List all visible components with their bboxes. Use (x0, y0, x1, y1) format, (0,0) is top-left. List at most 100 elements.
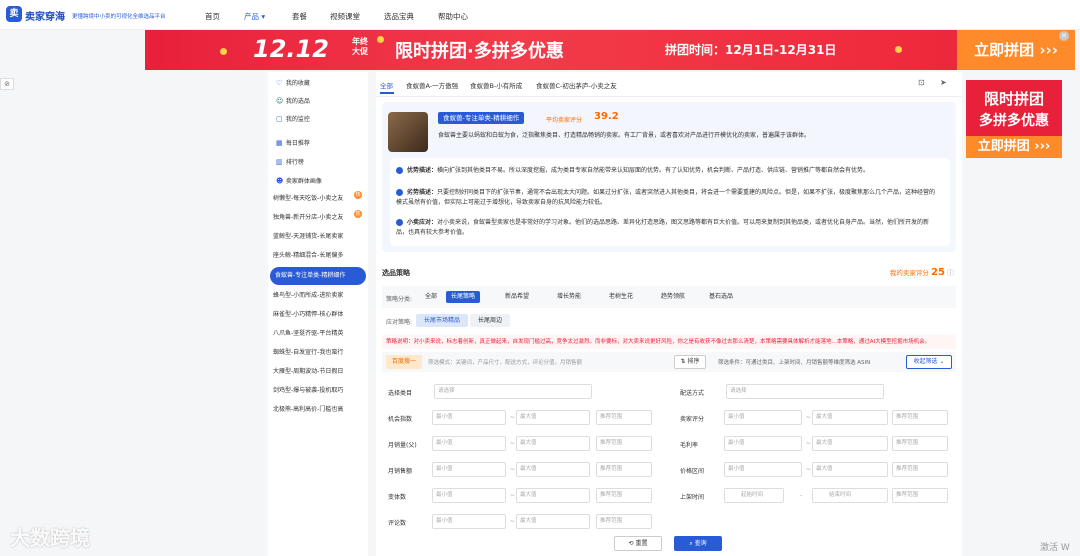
tab-type-a[interactable]: 食蚁兽A-一方傲强 (406, 80, 458, 90)
disadvantage-text: 只要控制好同类目下的扩张节奏，通常不会出现太大问题。如果过分扩张，或者突然进入其… (396, 189, 936, 206)
range-dash: ~ (510, 440, 516, 447)
nav-home[interactable]: 首页 (205, 11, 220, 22)
send-icon[interactable]: ➤ (940, 78, 947, 87)
opportunity-min[interactable]: 最小值 (432, 410, 506, 425)
variants-min[interactable]: 最小值 (432, 488, 506, 503)
price-range[interactable]: 推荐范围 (892, 462, 948, 477)
tab-type-b[interactable]: 食蚁兽B-小有所成 (470, 80, 522, 90)
nav-guide[interactable]: 选品宝典 (384, 11, 414, 22)
opportunity-max[interactable]: 最大值 (516, 410, 590, 425)
monthly-sales-range[interactable]: 推荐范围 (596, 436, 652, 451)
filter-hint: 筛选条件：可通过类目、上架时间、月销售额等维度筛选 ASIN (718, 360, 871, 366)
sidebar-item-persona-type[interactable]: 麻雀型-小巧精悍-核心群体 (268, 306, 368, 324)
nav-help[interactable]: 帮助中心 (438, 11, 468, 22)
close-icon[interactable]: ✕ (1059, 31, 1069, 41)
sidebar-label: 蜘蛛型-自发宣行-我也蛮行 (273, 349, 344, 356)
date-range[interactable]: 推荐范围 (892, 488, 948, 503)
seller-score-min[interactable]: 最小值 (724, 410, 802, 425)
gross-margin-range[interactable]: 推荐范围 (892, 436, 948, 451)
ad-join-button[interactable]: 立即拼团 ››› (966, 136, 1062, 158)
cat-all[interactable]: 全部 (420, 291, 442, 303)
monthly-sales-max[interactable]: 最大值 (516, 436, 590, 451)
ad-subtitle: 多拼多优惠 (979, 113, 1049, 129)
monthly-sales-min[interactable]: 最小值 (432, 436, 506, 451)
banner-join-button[interactable]: 立即拼团 ››› (957, 30, 1075, 70)
keyword-input[interactable]: 筛选模式：关键词，产品尺寸，配送方式，评论分值，月销售额 (428, 358, 582, 366)
opportunity-range[interactable]: 推荐范围 (596, 410, 652, 425)
gross-margin-max[interactable]: 最大值 (812, 436, 888, 451)
logo-icon[interactable]: 卖 (6, 6, 22, 22)
advantage-title: 优势描述： (407, 167, 438, 174)
cat-new-hope[interactable]: 新品希望 (500, 291, 534, 303)
nav-video[interactable]: 视频课堂 (330, 11, 360, 22)
sidebar-item-persona-type[interactable]: 北极熊-高利高价-门槛也高 (268, 401, 368, 419)
keyword-mode-tag[interactable]: 百度搜一 (386, 355, 422, 369)
shipping-select[interactable]: 请选择 (726, 384, 884, 399)
sidebar-item-ranking[interactable]: ▥ 排行榜 (268, 153, 368, 171)
sidebar-item-persona-type[interactable]: 独角兽-新开分店-小卖之友 热 (268, 209, 368, 227)
nav-products[interactable]: 产品 ▾ (244, 11, 265, 22)
gross-margin-min[interactable]: 最小值 (724, 436, 802, 451)
users-icon: ☻ (276, 177, 284, 185)
promo-banner[interactable]: 12.12 年终大促 限时拼团·多拼多优惠 拼团时间：12月1日-12月31日 … (145, 30, 1075, 70)
seller-score-range[interactable]: 推荐范围 (892, 410, 948, 425)
strategy-category-row: 策略分类: 全部 长尾策略 新品希望 增长势能 老树生花 趋势领航 基石选品 (382, 286, 956, 308)
sub-longtail-peripheral[interactable]: 长尾周边 (470, 314, 511, 327)
sidebar-item-persona-type[interactable]: 蜂鸟型-小而所成-进阶卖家 (268, 287, 368, 305)
tab-all[interactable]: 全部 (380, 80, 393, 90)
sidebar-item-persona-type[interactable]: 蜘蛛型-自发宣行-我也蛮行 (268, 344, 368, 362)
sort-button[interactable]: ⇅ 排序 (674, 355, 706, 369)
sidebar-item-persona[interactable]: ☻ 卖家群体画像 (268, 172, 368, 190)
range-dash: - (800, 492, 803, 499)
sidebar-item-persona-type[interactable]: 剑鸡型-爆与被袭-投机取巧 (268, 382, 368, 400)
category-select[interactable]: 请选择 (434, 384, 592, 399)
sub-strategy-label: 应对策略: (386, 319, 413, 326)
sidebar-item-monitor[interactable]: ▢ 我的监控 (268, 110, 368, 128)
sidebar-item-daily[interactable]: ▦ 每日推荐 (268, 134, 368, 152)
disadvantage-block: 劣势描述：只要控制好同类目下的扩张节奏，通常不会出现太大问题。如果过分扩张，或者… (396, 188, 936, 208)
date-start[interactable]: 起始时间 (724, 488, 784, 503)
reviews-range[interactable]: 推荐范围 (596, 514, 652, 529)
cat-growth[interactable]: 增长势能 (552, 291, 586, 303)
sidebar-item-favorites[interactable]: ♡ 我的收藏 (268, 74, 368, 92)
search-button[interactable]: ⌕ 查询 (674, 536, 722, 551)
monthly-revenue-min[interactable]: 最小值 (432, 462, 506, 477)
nav-plans[interactable]: 套餐 (292, 11, 307, 22)
sidebar-item-persona-type[interactable]: 座头鲸-精细混合-长尾偏多 (268, 247, 368, 265)
monthly-revenue-max[interactable]: 最大值 (516, 462, 590, 477)
reset-button[interactable]: ⟲ 重置 (614, 536, 662, 551)
sub-longtail-market[interactable]: 长尾市场精品 (416, 314, 469, 327)
seller-score-max[interactable]: 最大值 (812, 410, 888, 425)
monthly-revenue-range[interactable]: 推荐范围 (596, 462, 652, 477)
price-max[interactable]: 最大值 (812, 462, 888, 477)
sidebar-item-persona-type[interactable]: 蓝鲸型-天涯铺货-长尾卖家 (268, 228, 368, 246)
brand-name[interactable]: 卖家穿海 (25, 8, 65, 23)
collapse-filter-button[interactable]: 收起筛选 ⌄ (906, 355, 952, 369)
sidebar-item-persona-type-active[interactable]: 食蚁兽-专注单类-精耕细作 (270, 267, 366, 285)
reviews-min[interactable]: 最小值 (432, 514, 506, 529)
sidebar-label: 蓝鲸型-天涯铺货-长尾卖家 (273, 233, 344, 240)
side-toggle-icon[interactable]: ⊘ (0, 78, 14, 90)
variants-max[interactable]: 最大值 (516, 488, 590, 503)
sidebar-item-persona-type[interactable]: 树懒型-每天吃饭-小卖之友 热 (268, 190, 368, 208)
sidebar-item-persona-type[interactable]: 大雁型-周期波动-节日假日 (268, 363, 368, 381)
share-image-icon[interactable]: ⊡ (918, 78, 925, 87)
price-range-label: 价格区间 (680, 468, 705, 475)
advantage-block: 优势描述：横向扩张到其他类目不易。所以深度挖掘，成为类目专家自然能带来认知层面的… (396, 166, 936, 176)
cat-trend[interactable]: 趋势领航 (656, 291, 690, 303)
cat-foundation[interactable]: 基石选品 (704, 291, 738, 303)
price-min[interactable]: 最小值 (724, 462, 802, 477)
sidebar-item-persona-type[interactable]: 八爪鱼-坚挺齐驱-平台精英 (268, 325, 368, 343)
tab-type-c[interactable]: 食蚁兽C-初出茅庐-小卖之友 (536, 80, 617, 90)
variants-range[interactable]: 推荐范围 (596, 488, 652, 503)
sidebar-label: 蜂鸟型-小而所成-进阶卖家 (273, 292, 344, 299)
sidebar-label: 每日推荐 (285, 140, 310, 147)
date-end[interactable]: 结束时间 (812, 488, 888, 503)
info-icon[interactable]: ⓘ (947, 269, 954, 277)
range-dash: ~ (806, 440, 812, 447)
cat-old-tree[interactable]: 老树生花 (604, 291, 638, 303)
cat-longtail[interactable]: 长尾策略 (446, 291, 481, 303)
side-promo-ad[interactable]: 限时拼团 多拼多优惠 立即拼团 ››› (966, 80, 1062, 158)
reviews-max[interactable]: 最大值 (516, 514, 590, 529)
sidebar-item-my-picks[interactable]: ☺ 我的选品 (268, 92, 368, 110)
